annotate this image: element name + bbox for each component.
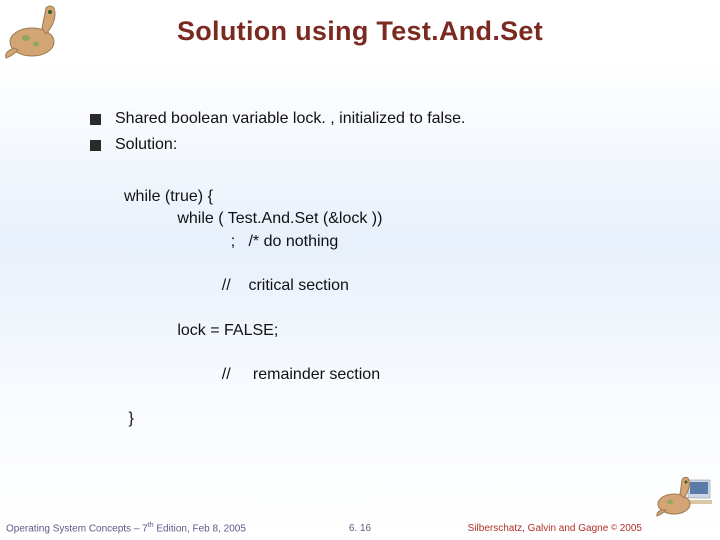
square-bullet-icon — [90, 114, 101, 125]
footer-text: Silberschatz, Galvin and Gagne — [468, 523, 611, 534]
dinosaur-logo-bottom — [654, 472, 714, 520]
code-block: while (true) { while ( Test.And.Set (&lo… — [124, 186, 680, 431]
footer-text: Operating System Concepts – 7 — [6, 523, 148, 534]
code-line: lock = FALSE; — [124, 320, 680, 342]
bullet-text: Solution: — [115, 136, 177, 154]
footer-right: Silberschatz, Galvin and Gagne © 2005 — [468, 523, 642, 534]
code-line: } — [124, 408, 680, 430]
slide-title: Solution using Test.And.Set — [0, 16, 720, 47]
bullet-item: Solution: — [90, 136, 680, 154]
code-line: while ( Test.And.Set (&lock )) — [124, 208, 680, 230]
code-line: ; /* do nothing — [124, 231, 680, 253]
footer-text: Edition, Feb 8, 2005 — [154, 523, 246, 534]
code-line: // critical section — [124, 275, 680, 297]
footer-text: 2005 — [617, 523, 642, 534]
square-bullet-icon — [90, 140, 101, 151]
footer-left: Operating System Concepts – 7th Edition,… — [6, 522, 246, 534]
slide-content: Shared boolean variable lock. , initiali… — [90, 110, 680, 431]
code-line: while (true) { — [124, 186, 680, 208]
code-line: // remainder section — [124, 364, 680, 386]
footer-page-number: 6. 16 — [349, 523, 371, 534]
bullet-item: Shared boolean variable lock. , initiali… — [90, 110, 680, 128]
bullet-text: Shared boolean variable lock. , initiali… — [115, 110, 465, 128]
